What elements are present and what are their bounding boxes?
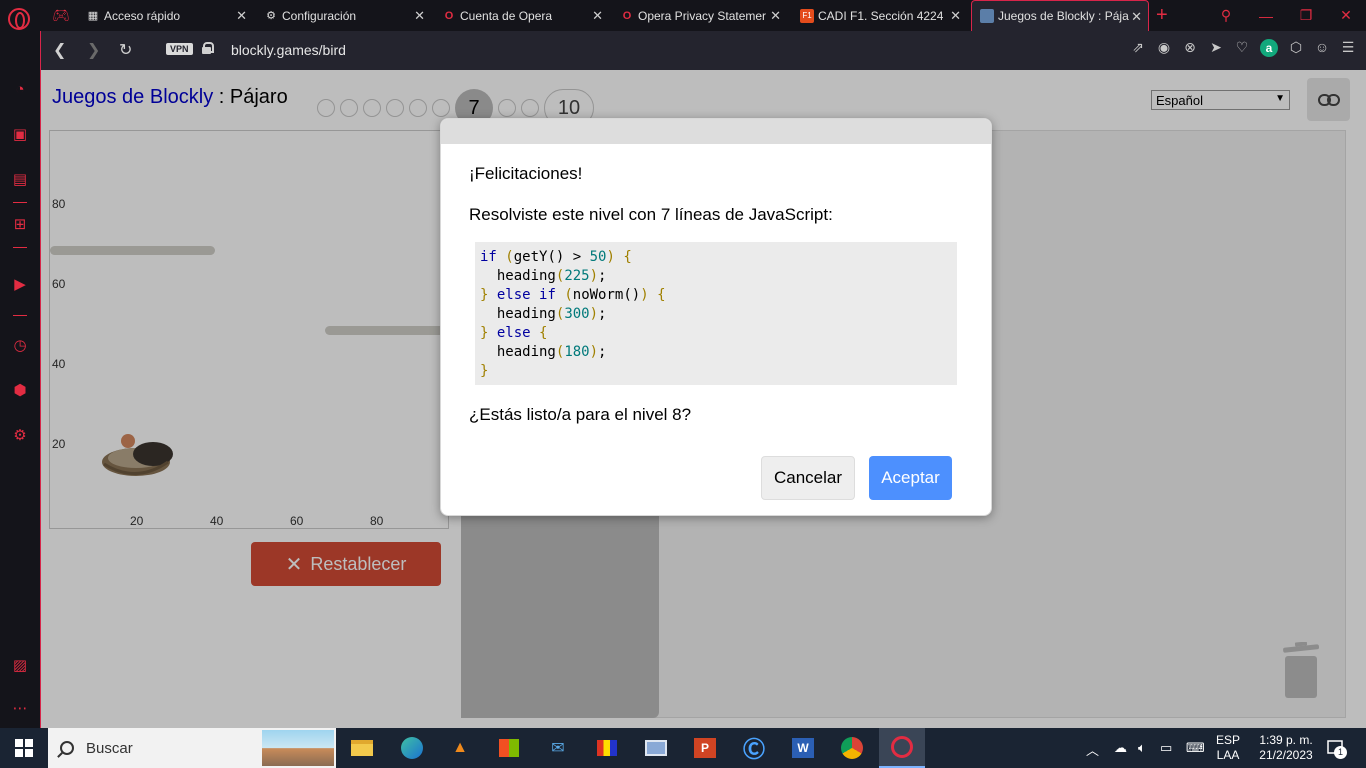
opera-menu-icon[interactable] bbox=[8, 8, 30, 30]
address-bar-actions: ⇗ ◉ ⊗ ➤ ♡ a ⬡ ☺ ☰ bbox=[1130, 39, 1356, 57]
adblock-icon[interactable]: ⊗ bbox=[1182, 39, 1198, 57]
close-icon[interactable]: ✕ bbox=[950, 8, 961, 24]
opera-icon: O bbox=[622, 9, 632, 22]
congratulations-dialog: ¡Felicitaciones! Resolviste este nivel c… bbox=[440, 118, 992, 516]
edge-icon[interactable] bbox=[396, 732, 428, 764]
search-tabs-icon[interactable]: ⚲ bbox=[1206, 0, 1246, 31]
windows-taskbar: Buscar ▲ ✉ P Ⓒ W ︿ ☁ 🔈︎ ▭ ⌨ ESP LAA 1:39… bbox=[0, 728, 1366, 768]
window-controls: ⚲ — ❐ ✕ bbox=[1206, 0, 1366, 31]
image-icon[interactable]: ▨ bbox=[10, 656, 30, 676]
input-language[interactable]: ESP LAA bbox=[1216, 733, 1240, 763]
chip-icon[interactable]: ⊞ bbox=[10, 215, 30, 235]
briefcase-icon[interactable]: ▣ bbox=[10, 125, 30, 145]
notification-badge: 1 bbox=[1334, 746, 1347, 759]
start-button[interactable] bbox=[0, 728, 48, 768]
dialog-title: ¡Felicitaciones! bbox=[469, 164, 583, 183]
gear-icon: ⚙ bbox=[266, 10, 276, 22]
opera-sidebar: ◔ ▣ ▤ ⊞ ▶ ◷ ⬢ ⚙ ▨ ⋯ bbox=[0, 31, 41, 728]
tab-cuenta-opera[interactable]: O Cuenta de Opera ✕ bbox=[434, 0, 609, 31]
accept-button[interactable]: Aceptar bbox=[869, 456, 952, 500]
c-app-icon[interactable]: Ⓒ bbox=[738, 732, 770, 764]
dialog-next-level-prompt: ¿Estás listo/a para el nivel 8? bbox=[469, 405, 692, 424]
vlc-icon[interactable]: ▲ bbox=[444, 732, 476, 764]
windows-logo-icon bbox=[15, 739, 33, 757]
settings-icon[interactable]: ⚙ bbox=[10, 426, 30, 446]
cube-icon[interactable]: ⬡ bbox=[1288, 39, 1304, 57]
file-explorer-icon[interactable] bbox=[346, 732, 378, 764]
lock-icon[interactable] bbox=[202, 42, 214, 54]
code-listing: if (getY() > 50) { heading(225); } else … bbox=[475, 242, 957, 385]
word-icon[interactable]: W bbox=[787, 732, 819, 764]
address-bar: ❮ ❯ ↻ VPN blockly.games/bird ⇗ ◉ ⊗ ➤ ♡ a… bbox=[41, 31, 1366, 70]
heart-icon[interactable]: ♡ bbox=[1234, 39, 1250, 57]
search-icon bbox=[60, 741, 74, 755]
extensions-cube-icon[interactable]: ⬢ bbox=[10, 381, 30, 401]
speed-dial-icon[interactable]: ◔ bbox=[10, 80, 30, 100]
camera-icon[interactable]: ◉ bbox=[1156, 39, 1172, 57]
history-icon[interactable]: ◷ bbox=[10, 336, 30, 356]
app-icon[interactable] bbox=[591, 732, 623, 764]
close-icon[interactable]: ✕ bbox=[414, 8, 425, 24]
more-icon[interactable]: ⋯ bbox=[10, 699, 30, 719]
search-highlight-image bbox=[262, 730, 334, 766]
close-window-icon[interactable]: ✕ bbox=[1326, 0, 1366, 31]
volume-icon[interactable]: 🔈︎ bbox=[1138, 740, 1146, 756]
url-field[interactable]: blockly.games/bird bbox=[231, 42, 346, 58]
opera-taskbar-icon[interactable] bbox=[879, 728, 925, 768]
grid-icon: ▦ bbox=[87, 10, 99, 22]
player-icon[interactable]: ▶ bbox=[10, 275, 30, 295]
extension-a-icon[interactable]: a bbox=[1260, 39, 1278, 57]
monitor-app-icon[interactable] bbox=[640, 732, 672, 764]
chrome-icon[interactable] bbox=[836, 732, 868, 764]
network-icon[interactable]: ▭ bbox=[1160, 740, 1172, 756]
clock[interactable]: 1:39 p. m. 21/2/2023 bbox=[1251, 733, 1321, 763]
tab-acceso-rapido[interactable]: ▦ Acceso rápido ✕ bbox=[78, 0, 253, 31]
profile-icon[interactable]: ☺ bbox=[1314, 39, 1330, 57]
puzzle-icon bbox=[980, 9, 994, 23]
close-icon[interactable]: ✕ bbox=[592, 8, 603, 24]
restore-icon[interactable]: ❐ bbox=[1286, 0, 1326, 31]
forward-icon[interactable]: ❯ bbox=[87, 40, 100, 60]
cloud-warning-icon[interactable]: ☁ bbox=[1114, 740, 1127, 756]
browser-tab-strip: 🎮︎ ▦ Acceso rápido ✕ ⚙ Configuración ✕ O… bbox=[0, 0, 1366, 31]
easy-setup-icon[interactable]: ☰ bbox=[1340, 39, 1356, 57]
back-icon[interactable]: ❮ bbox=[53, 40, 66, 60]
keyboard-icon[interactable]: ⌨ bbox=[1186, 740, 1205, 756]
taskbar-search[interactable]: Buscar bbox=[48, 728, 336, 768]
chevron-up-icon[interactable]: ︿ bbox=[1086, 740, 1099, 759]
close-icon[interactable]: ✕ bbox=[770, 8, 781, 24]
close-icon[interactable]: ✕ bbox=[1131, 9, 1142, 25]
gamepad-icon[interactable]: 🎮︎ bbox=[44, 0, 76, 31]
tab-opera-privacy[interactable]: O Opera Privacy Statemer ✕ bbox=[612, 0, 787, 31]
cancel-button[interactable]: Cancelar bbox=[761, 456, 855, 500]
mail-icon[interactable]: ✉ bbox=[542, 732, 574, 764]
vpn-badge[interactable]: VPN bbox=[166, 43, 193, 55]
tab-configuracion[interactable]: ⚙ Configuración ✕ bbox=[256, 0, 431, 31]
notification-center-icon[interactable]: 1 bbox=[1326, 738, 1347, 759]
f1-icon: F1 bbox=[800, 8, 814, 23]
tab-cadi-f1[interactable]: F1 CADI F1. Sección 4224 ✕ bbox=[792, 0, 967, 31]
reload-icon[interactable]: ↻ bbox=[119, 40, 132, 60]
web-page: Juegos de Blockly : Pájaro 7 10 Español … bbox=[41, 70, 1366, 728]
share-icon[interactable]: ⇗ bbox=[1130, 39, 1146, 57]
dialog-message: Resolviste este nivel con 7 líneas de Ja… bbox=[469, 205, 833, 224]
dialog-header bbox=[441, 119, 991, 144]
send-icon[interactable]: ➤ bbox=[1208, 39, 1224, 57]
opera-icon: O bbox=[444, 9, 454, 22]
new-tab-plus-icon[interactable]: + bbox=[1156, 4, 1168, 27]
powerpoint-icon[interactable]: P bbox=[689, 732, 721, 764]
store-icon[interactable] bbox=[493, 732, 525, 764]
tab-blockly-games[interactable]: Juegos de Blockly : Pája ✕ bbox=[971, 0, 1149, 31]
twitch-icon[interactable]: ▤ bbox=[10, 170, 30, 190]
close-icon[interactable]: ✕ bbox=[236, 8, 247, 24]
minimize-icon[interactable]: — bbox=[1246, 0, 1286, 31]
